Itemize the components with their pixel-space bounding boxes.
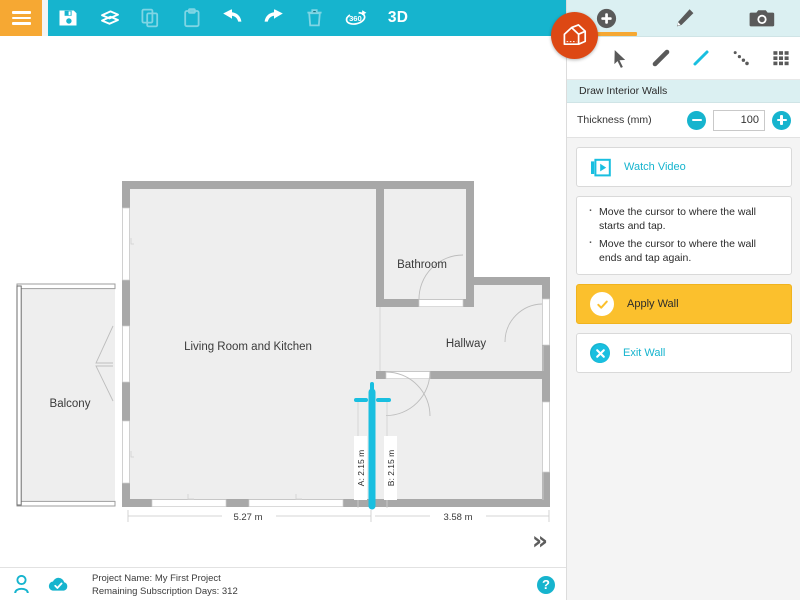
copy-button[interactable] [130,0,171,36]
hamburger-bar [12,11,31,14]
hamburger-bar [12,17,31,20]
project-info: Project Name: My First Project Remaining… [92,572,238,598]
thickness-control: Thickness (mm) [567,103,800,138]
room-label-bathroom: Bathroom [397,259,447,271]
wall-tool-row [567,37,800,80]
floorplan-canvas[interactable]: .wall{fill:#a8a8a8;} .room{fill:#eeeeee;… [0,36,566,567]
right-panel: Draw Interior Walls Thickness (mm) Watch… [566,0,800,600]
plus-circle-icon[interactable] [772,111,791,130]
360-view-icon: 360 [344,8,368,28]
tab-edit[interactable] [645,0,723,36]
copy-icon [141,8,160,28]
panel-title: Draw Interior Walls [567,80,800,103]
balcony-group: Balcony [17,284,115,506]
application-window: 360 3D .wall{fill:#a8a8a8;} .room{fill:#… [0,0,800,600]
redo-arrow-icon [262,8,285,28]
panel-body: Watch Video Move the cursor to where the… [567,138,800,373]
view-3d-button[interactable]: 3D [376,0,420,36]
lower-right-room-group [543,402,550,472]
save-floppy-icon [59,8,79,28]
wall-dim-a-label: A: 2.15 m [356,450,366,486]
save-button[interactable] [48,0,89,36]
room-label-balcony: Balcony [50,398,91,410]
exit-wall-label: Exit Wall [623,347,665,359]
bathroom-group: Bathroom [376,181,474,307]
grid-squares-icon [770,47,792,69]
paste-clipboard-icon [183,8,201,28]
instructions-card: Move the cursor to where the wall starts… [576,196,792,275]
apply-wall-button[interactable]: Apply Wall [576,284,792,324]
tool-dotted-wall[interactable] [721,37,761,79]
dimension-label-left: 5.27 m [233,512,262,523]
double-chevron-right-icon[interactable]: » [532,528,548,553]
wall-dim-b-label: B: 2.15 m [386,450,396,486]
dimension-label-right: 3.58 m [443,512,472,523]
hamburger-bar [12,22,31,25]
room-label-hallway: Hallway [446,338,487,350]
video-play-icon [590,158,611,177]
camera-icon [749,7,775,29]
tool-exterior-wall[interactable] [641,37,681,79]
dimension-line-group: 5.27 m 3.58 m [128,510,549,523]
svg-text:360: 360 [349,14,362,23]
thickness-label: Thickness (mm) [577,114,687,126]
plus-circle-icon [595,7,618,30]
watch-video-label: Watch Video [624,161,686,173]
undo-button[interactable] [212,0,253,36]
panel-tab-bar [567,0,800,37]
thin-wall-line-icon [690,47,712,69]
instruction-item: Move the cursor to where the wall starts… [599,205,781,233]
help-question-icon[interactable]: ? [537,576,555,594]
minus-circle-icon[interactable] [687,111,706,130]
x-circle-icon [590,343,610,363]
paste-button[interactable] [171,0,212,36]
tool-select[interactable] [601,37,641,79]
cloud-saved-icon[interactable] [46,574,70,596]
user-avatar-icon[interactable] [10,574,32,596]
redo-button[interactable] [253,0,294,36]
panorama-button[interactable]: 360 [335,0,376,36]
delete-button[interactable] [294,0,335,36]
layers-icon [99,8,121,28]
apply-wall-label: Apply Wall [627,298,679,310]
project-name-text: Project Name: My First Project [92,572,238,585]
tool-grid[interactable] [761,37,800,79]
room-label-living-room: Living Room and Kitchen [184,341,312,353]
thick-wall-icon [650,47,672,69]
house-3d-icon[interactable] [551,12,598,59]
hamburger-menu-icon[interactable] [0,0,42,36]
pencil-icon [673,7,696,30]
cursor-arrow-icon [611,47,631,69]
tool-interior-wall[interactable] [681,37,721,79]
floorplan-drawing: .wall{fill:#a8a8a8;} .room{fill:#eeeeee;… [0,36,566,567]
watch-video-button[interactable]: Watch Video [576,147,792,187]
subscription-days-text: Remaining Subscription Days: 312 [92,585,238,598]
top-toolbar: 360 3D [0,0,566,36]
instruction-item: Move the cursor to where the wall ends a… [599,237,781,265]
tab-camera[interactable] [723,0,800,36]
toolbar-icon-group: 360 3D [48,0,566,36]
dotted-line-icon [730,47,752,69]
thickness-input[interactable] [713,110,765,131]
trash-icon [306,8,323,28]
check-circle-icon [590,292,614,316]
layers-button[interactable] [89,0,130,36]
undo-arrow-icon [221,8,244,28]
exit-wall-button[interactable]: Exit Wall [576,333,792,373]
status-bar: Project Name: My First Project Remaining… [0,567,566,601]
